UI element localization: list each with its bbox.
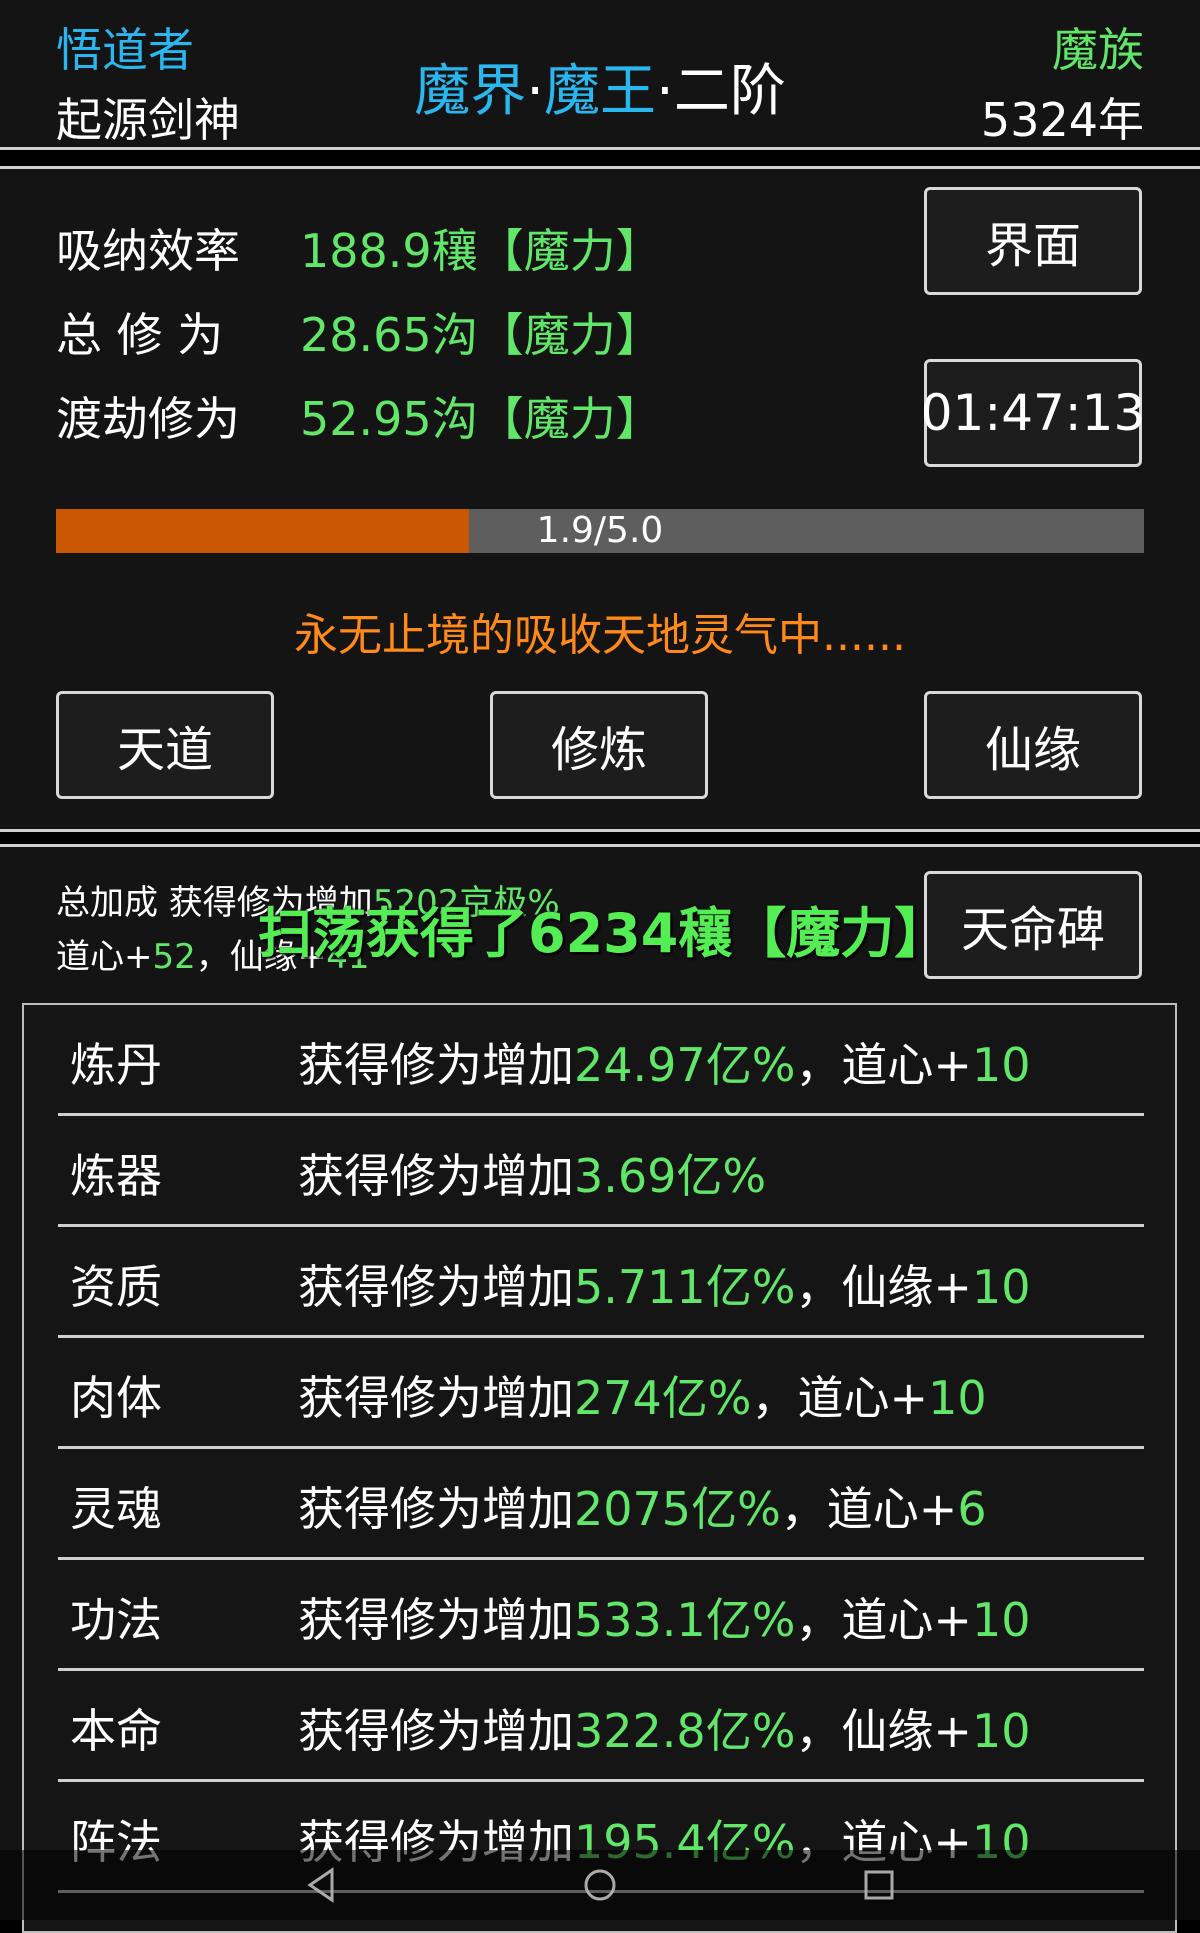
bonus-list[interactable]: 炼丹 获得修为增加24.97亿%，道心+10 炼器 获得修为增加3.69亿% 资… bbox=[22, 1003, 1177, 1933]
interface-button[interactable]: 界面 bbox=[924, 187, 1142, 295]
back-icon[interactable] bbox=[300, 1864, 342, 1906]
item-name: 本命 bbox=[70, 1704, 162, 1758]
xianyuan-button[interactable]: 仙缘 bbox=[924, 691, 1142, 799]
item-name: 炼器 bbox=[70, 1149, 162, 1203]
progress-text: 1.9/5.0 bbox=[536, 510, 664, 551]
item-desc: 获得修为增加322.8亿%，仙缘+10 bbox=[298, 1704, 1031, 1758]
cultivation-progress-bar: 1.9/5.0 bbox=[56, 509, 1144, 553]
stat-label: 总 修 为 bbox=[56, 308, 224, 362]
list-item: 炼丹 获得修为增加24.97亿%，道心+10 bbox=[58, 1005, 1144, 1116]
timer-display: 01:47:13 bbox=[921, 359, 1145, 467]
list-item: 本命 获得修为增加322.8亿%，仙缘+10 bbox=[58, 1671, 1144, 1782]
item-desc: 获得修为增加24.97亿%，道心+10 bbox=[298, 1038, 1031, 1092]
item-name: 资质 bbox=[70, 1260, 162, 1314]
stat-label: 渡劫修为 bbox=[56, 392, 240, 446]
daoxin-value: 52 bbox=[152, 937, 196, 977]
list-item: 灵魂 获得修为增加2075亿%，道心+6 bbox=[58, 1449, 1144, 1560]
stat-value: 188.9穰【魔力】 bbox=[300, 224, 662, 278]
home-icon[interactable] bbox=[579, 1864, 621, 1906]
item-name: 功法 bbox=[70, 1593, 162, 1647]
item-name: 炼丹 bbox=[70, 1038, 162, 1092]
stat-label: 吸纳效率 bbox=[56, 224, 240, 278]
item-name: 肉体 bbox=[70, 1371, 162, 1425]
stat-value: 52.95沟【魔力】 bbox=[300, 392, 662, 446]
list-item: 功法 获得修为增加533.1亿%，道心+10 bbox=[58, 1560, 1144, 1671]
realm-rank: 魔王 bbox=[544, 59, 656, 124]
player-race: 魔族 bbox=[1052, 23, 1144, 77]
stat-value: 28.65沟【魔力】 bbox=[300, 308, 662, 362]
item-desc: 获得修为增加533.1亿%，道心+10 bbox=[298, 1593, 1031, 1647]
list-item: 肉体 获得修为增加274亿%，道心+10 bbox=[58, 1338, 1144, 1449]
item-name: 灵魂 bbox=[70, 1482, 162, 1536]
sweep-toast: 扫荡获得了6234穰【魔力】 bbox=[258, 902, 949, 965]
tianming-button[interactable]: 天命碑 bbox=[924, 871, 1142, 979]
item-desc: 获得修为增加5.711亿%，仙缘+10 bbox=[298, 1260, 1031, 1314]
item-desc: 获得修为增加2075亿%，道心+6 bbox=[298, 1482, 987, 1536]
list-item: 炼器 获得修为增加3.69亿% bbox=[58, 1116, 1144, 1227]
system-nav-bar bbox=[0, 1850, 1200, 1920]
daoxin-label: 道心+ bbox=[56, 937, 153, 977]
cultivation-panel: 吸纳效率 188.9穰【魔力】 总 修 为 28.65沟【魔力】 渡劫修为 52.95… bbox=[0, 166, 1200, 832]
item-desc: 获得修为增加3.69亿% bbox=[298, 1149, 767, 1203]
list-item: 资质 获得修为增加5.711亿%，仙缘+10 bbox=[58, 1227, 1144, 1338]
player-age: 5324年 bbox=[980, 93, 1144, 147]
tiandao-button[interactable]: 天道 bbox=[56, 691, 274, 799]
bonus-panel: 总加成 获得修为增加5202京极% 道心+52，仙缘+41 扫荡获得了6234穰… bbox=[0, 844, 1200, 1933]
stat-row-absorb: 吸纳效率 188.9穰【魔力】 bbox=[56, 215, 662, 281]
recents-icon[interactable] bbox=[858, 1864, 900, 1906]
status-message: 永无止境的吸收天地灵气中...... bbox=[294, 610, 906, 661]
realm-dot: · bbox=[656, 59, 674, 124]
item-desc: 获得修为增加274亿%，道心+10 bbox=[298, 1371, 987, 1425]
stat-row-total: 总 修 为 28.65沟【魔力】 bbox=[56, 299, 662, 365]
realm-dot: · bbox=[526, 59, 544, 124]
status-header: 悟道者 起源剑神 魔界·魔王·二阶 魔族 5324年 bbox=[0, 0, 1200, 150]
stat-row-tribulation: 渡劫修为 52.95沟【魔力】 bbox=[56, 383, 662, 449]
realm-stage: 二阶 bbox=[673, 59, 786, 124]
realm-world: 魔界 bbox=[414, 59, 527, 124]
xiulian-button[interactable]: 修炼 bbox=[490, 691, 708, 799]
